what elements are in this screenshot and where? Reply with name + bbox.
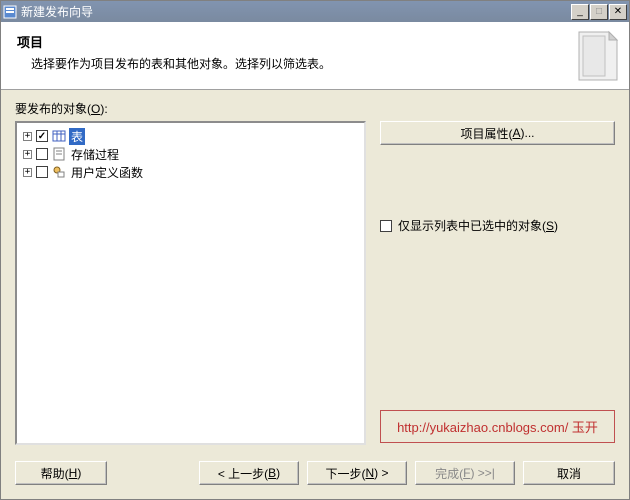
titlebar: 新建发布向导 _ □ ✕ xyxy=(1,1,629,22)
tree-checkbox[interactable] xyxy=(36,166,48,178)
help-button[interactable]: 帮助(H) xyxy=(15,461,107,485)
wizard-body: 要发布的对象(O): +表+存储过程+用户定义函数 项目属性(A)... 仅显示… xyxy=(1,90,629,451)
table-icon xyxy=(52,129,66,143)
tree-item[interactable]: +表 xyxy=(19,127,362,145)
expand-icon[interactable]: + xyxy=(23,132,32,141)
header-graphic-icon xyxy=(573,28,621,84)
cancel-button[interactable]: 取消 xyxy=(523,461,615,485)
wizard-footer: 帮助(H) < 上一步(B) 下一步(N) > 完成(F) >>| 取消 xyxy=(1,451,629,499)
expand-icon[interactable]: + xyxy=(23,168,32,177)
page-title: 项目 xyxy=(17,32,613,51)
tree-label: 用户定义函数 xyxy=(69,164,145,181)
next-button[interactable]: 下一步(N) > xyxy=(307,461,407,485)
window-title: 新建发布向导 xyxy=(21,3,93,20)
tree-item[interactable]: + 用户定义函数 xyxy=(19,163,362,181)
proc-icon xyxy=(52,147,66,161)
article-properties-button[interactable]: 项目属性(A)... xyxy=(380,121,615,145)
wizard-header: 项目 选择要作为项目发布的表和其他对象。选择列以筛选表。 xyxy=(1,22,629,90)
page-subtitle: 选择要作为项目发布的表和其他对象。选择列以筛选表。 xyxy=(31,55,613,72)
objects-tree[interactable]: +表+存储过程+用户定义函数 xyxy=(15,121,366,445)
show-checked-only-checkbox[interactable]: 仅显示列表中已选中的对象(S) xyxy=(380,217,615,234)
tree-label: 存储过程 xyxy=(69,146,121,163)
tree-checkbox[interactable] xyxy=(36,148,48,160)
finish-button[interactable]: 完成(F) >>| xyxy=(415,461,515,485)
tree-item[interactable]: + 存储过程 xyxy=(19,145,362,163)
back-button[interactable]: < 上一步(B) xyxy=(199,461,299,485)
checkbox-label: 仅显示列表中已选中的对象(S) xyxy=(398,217,558,234)
close-button[interactable]: ✕ xyxy=(609,4,627,20)
objects-label: 要发布的对象(O): xyxy=(15,100,615,117)
watermark-box: http://yukaizhao.cnblogs.com/ 玉开 xyxy=(380,410,615,443)
minimize-button[interactable]: _ xyxy=(571,4,589,20)
func-icon xyxy=(52,165,66,179)
wizard-window: 新建发布向导 _ □ ✕ 项目 选择要作为项目发布的表和其他对象。选择列以筛选表… xyxy=(0,0,630,500)
app-icon xyxy=(3,5,17,19)
maximize-button[interactable]: □ xyxy=(590,4,608,20)
tree-checkbox[interactable] xyxy=(36,130,48,142)
tree-label: 表 xyxy=(69,128,85,145)
expand-icon[interactable]: + xyxy=(23,150,32,159)
checkbox-icon xyxy=(380,220,392,232)
